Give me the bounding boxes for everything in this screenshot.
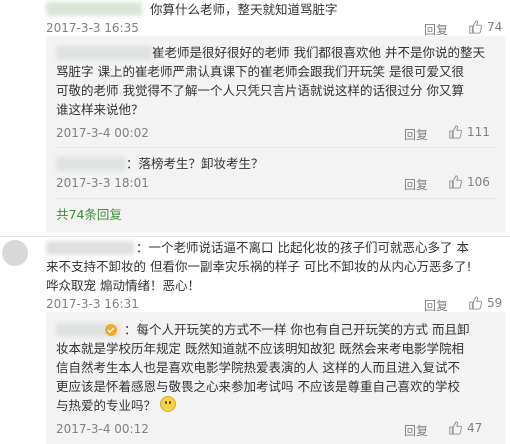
- timestamp: 2017-3-3 18:01: [56, 176, 149, 190]
- like-button[interactable]: 106: [448, 175, 490, 189]
- divider: [56, 147, 496, 148]
- emoji-icon: [160, 396, 176, 412]
- reply-text-line: 妆本就是学校历年规定 既然知道就不应该明知故犯 既然会来考电影学院相: [56, 341, 464, 356]
- thumbs-up-icon: [469, 20, 482, 34]
- view-all-replies-link[interactable]: 共74条回复: [56, 204, 122, 223]
- like-button[interactable]: 47: [448, 421, 482, 435]
- comment-text-line: ：一个老师说话逼不离口 比起化妆的孩子们可就恶心多了 本: [136, 240, 469, 255]
- thumbs-up-icon: [469, 296, 482, 310]
- reply-text-line: ：每个人开玩笑的方式不一样 你也有自己开玩笑的方式 而且卸: [124, 322, 470, 337]
- reply-button[interactable]: 回复: [404, 126, 428, 143]
- reply-text-line: 更应该是怀着感恩与敬畏之心来参加考试吗 不应该是尊重自己喜欢的学校: [56, 379, 460, 394]
- reply-text: ：落榜考生？卸妆考生？: [126, 156, 264, 171]
- timestamp: 2017-3-4 00:02: [56, 126, 149, 140]
- like-button[interactable]: 59: [468, 296, 502, 310]
- reply-text-line: 信自然考生本人也是喜欢电影学院热爱表演的人 这样的人而且进入复试不: [56, 360, 460, 375]
- verified-badge-icon: [103, 322, 119, 338]
- like-count: 111: [467, 125, 490, 139]
- comment-text-line: 哗众取宠 煽动情绪！恶心！: [46, 278, 200, 293]
- comment-text: 你算什么老师，整天就知道骂脏字: [150, 2, 338, 17]
- comment-text-line: 来不支持不卸妆的 但看你一副幸灾乐祸的样子 可比不卸妆的从内心万恶多了!: [46, 259, 472, 274]
- reply-text-line: 崔老师是很好很好的老师 我们都很喜欢他 并不是你说的整天: [152, 45, 485, 60]
- reply-text-line: 可敬的老师 我觉得不了解一个人只凭只言片语就说这样的话很过分 你又算: [56, 83, 464, 98]
- timestamp: 2017-3-4 00:12: [56, 422, 149, 436]
- thumbs-up-icon: [449, 421, 462, 435]
- redacted-username: [46, 241, 134, 255]
- thumbs-up-icon: [449, 175, 462, 189]
- reply-text: 与热爱的专业吗？: [56, 398, 157, 413]
- redacted-username: [56, 157, 126, 171]
- reply-button[interactable]: 回复: [404, 422, 428, 439]
- like-count: 59: [487, 296, 503, 310]
- reply-text-line-last: 与热爱的专业吗？: [56, 396, 176, 415]
- reply-button[interactable]: 回复: [404, 176, 428, 193]
- like-button[interactable]: 74: [468, 20, 502, 34]
- reply-text-line: 骂脏字 课上的崔老师严肃认真课下的崔老师会跟我们开玩笑 是很可爱又很: [56, 64, 464, 79]
- timestamp: 2017-3-3 16:35: [46, 21, 139, 35]
- like-count: 47: [467, 421, 483, 435]
- thumbs-up-icon: [449, 125, 462, 139]
- reply-text-line: 谁这样来说他？: [56, 102, 144, 117]
- avatar[interactable]: [2, 240, 28, 266]
- like-count: 74: [487, 20, 503, 34]
- redacted-username: [56, 46, 152, 60]
- like-count: 106: [467, 175, 490, 189]
- like-button[interactable]: 111: [448, 125, 490, 139]
- timestamp: 2017-3-3 16:31: [46, 297, 139, 311]
- divider: [56, 198, 496, 199]
- redacted-username: [46, 2, 142, 16]
- divider: [0, 236, 510, 237]
